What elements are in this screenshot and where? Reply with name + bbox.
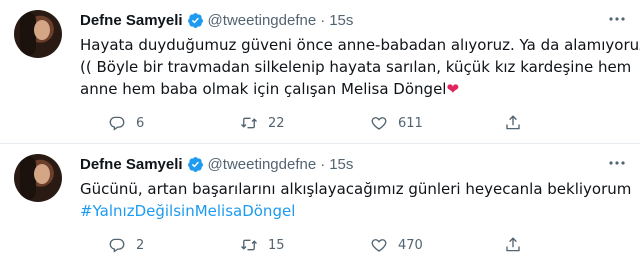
tweet-text-segment: anne hem baba olmak için çalışan Melisa …	[80, 80, 447, 98]
separator-dot: ·	[320, 11, 326, 29]
retweet-button[interactable]: 22	[240, 113, 285, 133]
avatar-hair	[20, 156, 36, 200]
more-dots-icon[interactable]	[608, 156, 626, 170]
like-count: 470	[398, 237, 423, 253]
reply-button[interactable]: 6	[108, 113, 144, 133]
tweet-text-line: Hayata duyduğumuz güveni önce anne-babad…	[80, 36, 640, 54]
like-button[interactable]: 611	[370, 113, 423, 133]
retweet-count: 22	[268, 115, 285, 131]
share-upload-icon	[506, 115, 520, 130]
like-button[interactable]: 470	[370, 235, 423, 255]
separator-dot: ·	[320, 155, 326, 173]
verified-badge-icon	[187, 156, 203, 172]
verified-badge-icon	[187, 12, 203, 28]
tweet-text-line: Gücünü, artan başarılarını alkışlayacağı…	[80, 180, 632, 198]
tweet-text-line: (( Böyle bir travmadan silkelenip hayata…	[80, 58, 632, 76]
timestamp[interactable]: 15s	[329, 12, 353, 29]
more-dots-icon[interactable]	[608, 12, 626, 26]
author-name[interactable]: Defne Samyeli	[80, 12, 183, 29]
reply-button[interactable]: 2	[108, 235, 144, 255]
avatar-face	[34, 20, 50, 40]
share-button[interactable]	[504, 113, 532, 133]
tweet-actions: 6 22 611	[80, 113, 620, 133]
tweet-header: Defne Samyeli @tweetingdefne · 15s	[80, 10, 353, 30]
share-button[interactable]	[504, 235, 532, 255]
retweet-arrows-icon	[241, 117, 257, 129]
reply-bubble-icon	[109, 238, 125, 253]
retweet-button[interactable]: 15	[240, 235, 285, 255]
retweet-arrows-icon	[241, 239, 257, 251]
tweet-header: Defne Samyeli @tweetingdefne · 15s	[80, 154, 353, 174]
tweet-text: Hayata duyduğumuz güveni önce anne-babad…	[80, 34, 640, 100]
tweet[interactable]: Defne Samyeli @tweetingdefne · 15s Gücün…	[0, 144, 640, 275]
hashtag-link[interactable]: #YalnızDeğilsinMelisaDöngel	[80, 200, 632, 222]
tweet[interactable]: Defne Samyeli @tweetingdefne · 15s Hayat…	[0, 0, 640, 144]
heart-emoji: ❤	[446, 80, 460, 98]
share-upload-icon	[506, 237, 520, 252]
heart-outline-icon	[371, 239, 387, 252]
retweet-count: 15	[268, 237, 285, 253]
author-handle[interactable]: @tweetingdefne	[208, 12, 317, 29]
avatar-face	[34, 164, 50, 184]
reply-count: 6	[136, 115, 145, 131]
avatar[interactable]	[14, 154, 62, 202]
author-name[interactable]: Defne Samyeli	[80, 156, 183, 173]
heart-outline-icon	[371, 117, 387, 130]
author-handle[interactable]: @tweetingdefne	[208, 156, 317, 173]
reply-bubble-icon	[109, 116, 125, 131]
timestamp[interactable]: 15s	[329, 156, 353, 173]
avatar[interactable]	[14, 10, 62, 58]
like-count: 611	[398, 115, 423, 131]
tweet-text: Gücünü, artan başarılarını alkışlayacağı…	[80, 178, 632, 222]
tweet-text-line: anne hem baba olmak için çalışan Melisa …	[80, 78, 632, 100]
reply-count: 2	[136, 237, 145, 253]
avatar-hair	[20, 12, 36, 56]
tweet-actions: 2 15 470	[80, 235, 620, 255]
